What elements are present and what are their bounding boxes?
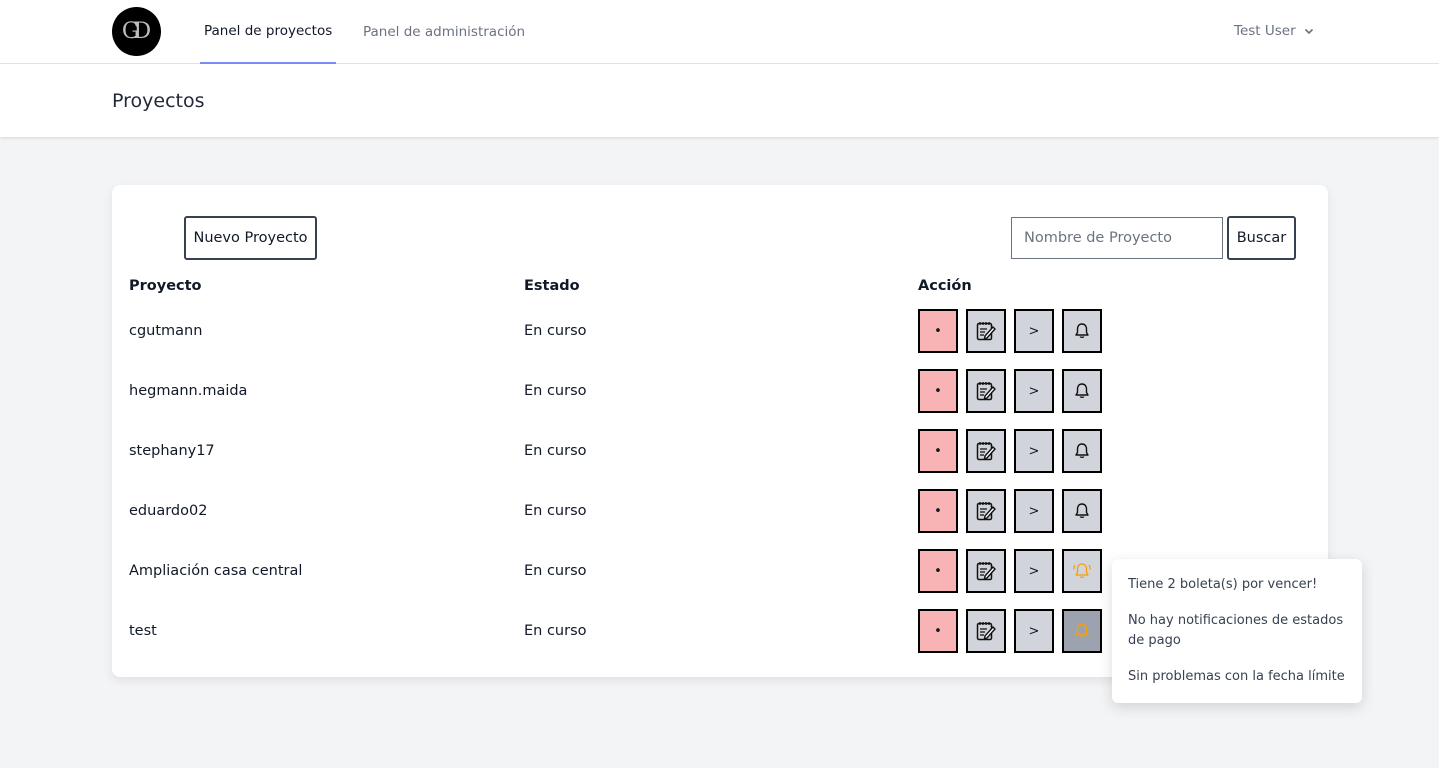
new-project-button[interactable]: Nuevo Proyecto — [184, 216, 317, 260]
project-name: eduardo02 — [129, 503, 208, 519]
open-project-button[interactable]: > — [1014, 609, 1054, 653]
edit-notepad-icon — [975, 620, 997, 642]
top-navigation: GD Panel de proyectos Panel de administr… — [0, 0, 1439, 64]
edit-button[interactable] — [966, 489, 1006, 533]
dot-icon: • — [934, 383, 942, 399]
notifications-button[interactable] — [1062, 369, 1102, 413]
column-header-status: Estado — [524, 278, 580, 294]
edit-notepad-icon — [975, 500, 997, 522]
edit-notepad-icon — [975, 440, 997, 462]
search-input[interactable] — [1011, 217, 1223, 259]
edit-button[interactable] — [966, 369, 1006, 413]
bell-icon — [1072, 441, 1092, 461]
edit-notepad-icon — [975, 380, 997, 402]
open-project-button[interactable]: > — [1014, 369, 1054, 413]
edit-button[interactable] — [966, 609, 1006, 653]
notification-item[interactable]: No hay notificaciones de estados de pago — [1128, 611, 1346, 651]
dot-icon: • — [934, 563, 942, 579]
notifications-button[interactable] — [1062, 609, 1102, 653]
delete-button[interactable]: • — [918, 369, 958, 413]
edit-button[interactable] — [966, 309, 1006, 353]
notification-item[interactable]: Tiene 2 boleta(s) por vencer! — [1128, 575, 1346, 595]
table-row: cgutmann En curso • > — [112, 309, 1328, 369]
page-title: Proyectos — [112, 90, 205, 112]
next-icon: > — [1028, 323, 1040, 339]
open-project-button[interactable]: > — [1014, 429, 1054, 473]
bell-icon — [1072, 321, 1092, 341]
delete-button[interactable]: • — [918, 309, 958, 353]
dot-icon: • — [934, 503, 942, 519]
next-icon: > — [1028, 563, 1040, 579]
project-name: stephany17 — [129, 443, 215, 459]
bell-alert-icon — [1072, 621, 1092, 641]
chevron-down-icon — [1304, 28, 1313, 35]
row-actions: • > — [918, 429, 1102, 473]
open-project-button[interactable]: > — [1014, 309, 1054, 353]
logo[interactable]: GD — [112, 7, 161, 56]
open-project-button[interactable]: > — [1014, 549, 1054, 593]
user-name: Test User — [1234, 23, 1296, 39]
delete-button[interactable]: • — [918, 609, 958, 653]
bell-icon — [1072, 501, 1092, 521]
nav-link-projects[interactable]: Panel de proyectos — [200, 0, 337, 64]
notification-item[interactable]: Sin problemas con la fecha límite — [1128, 667, 1346, 687]
column-header-action: Acción — [918, 278, 972, 294]
bell-icon — [1072, 381, 1092, 401]
row-actions: • > — [918, 489, 1102, 533]
delete-button[interactable]: • — [918, 549, 958, 593]
notifications-button[interactable] — [1062, 489, 1102, 533]
delete-button[interactable]: • — [918, 489, 958, 533]
dot-icon: • — [934, 623, 942, 639]
bell-alert-icon — [1071, 560, 1093, 582]
table-row: eduardo02 En curso • > — [112, 489, 1328, 549]
notifications-button[interactable] — [1062, 549, 1102, 593]
notifications-button[interactable] — [1062, 309, 1102, 353]
notifications-dropdown: Tiene 2 boleta(s) por vencer! No hay not… — [1112, 559, 1362, 703]
row-actions: • > — [918, 309, 1102, 353]
edit-notepad-icon — [975, 320, 997, 342]
logo-text: GD — [121, 19, 151, 44]
row-actions: • > — [918, 369, 1102, 413]
table-row: stephany17 En curso • > — [112, 429, 1328, 489]
next-icon: > — [1028, 383, 1040, 399]
notifications-button[interactable] — [1062, 429, 1102, 473]
project-name: Ampliación casa central — [129, 563, 303, 579]
project-name: cgutmann — [129, 323, 203, 339]
search-button[interactable]: Buscar — [1227, 216, 1296, 260]
project-name: test — [129, 623, 157, 639]
project-status: En curso — [524, 383, 587, 399]
project-status: En curso — [524, 503, 587, 519]
next-icon: > — [1028, 443, 1040, 459]
nav-link-admin[interactable]: Panel de administración — [363, 0, 525, 64]
row-actions: • > — [918, 549, 1102, 593]
project-name: hegmann.maida — [129, 383, 248, 399]
project-status: En curso — [524, 563, 587, 579]
delete-button[interactable]: • — [918, 429, 958, 473]
project-status: En curso — [524, 623, 587, 639]
project-status: En curso — [524, 323, 587, 339]
user-menu[interactable]: Test User — [1234, 0, 1314, 62]
edit-button[interactable] — [966, 549, 1006, 593]
open-project-button[interactable]: > — [1014, 489, 1054, 533]
next-icon: > — [1028, 503, 1040, 519]
dot-icon: • — [934, 443, 942, 459]
page-header: Proyectos — [0, 64, 1439, 137]
edit-notepad-icon — [975, 560, 997, 582]
column-header-project: Proyecto — [129, 278, 202, 294]
row-actions: • > — [918, 609, 1102, 653]
dot-icon: • — [934, 323, 942, 339]
next-icon: > — [1028, 623, 1040, 639]
table-row: hegmann.maida En curso • > — [112, 369, 1328, 429]
edit-button[interactable] — [966, 429, 1006, 473]
project-status: En curso — [524, 443, 587, 459]
